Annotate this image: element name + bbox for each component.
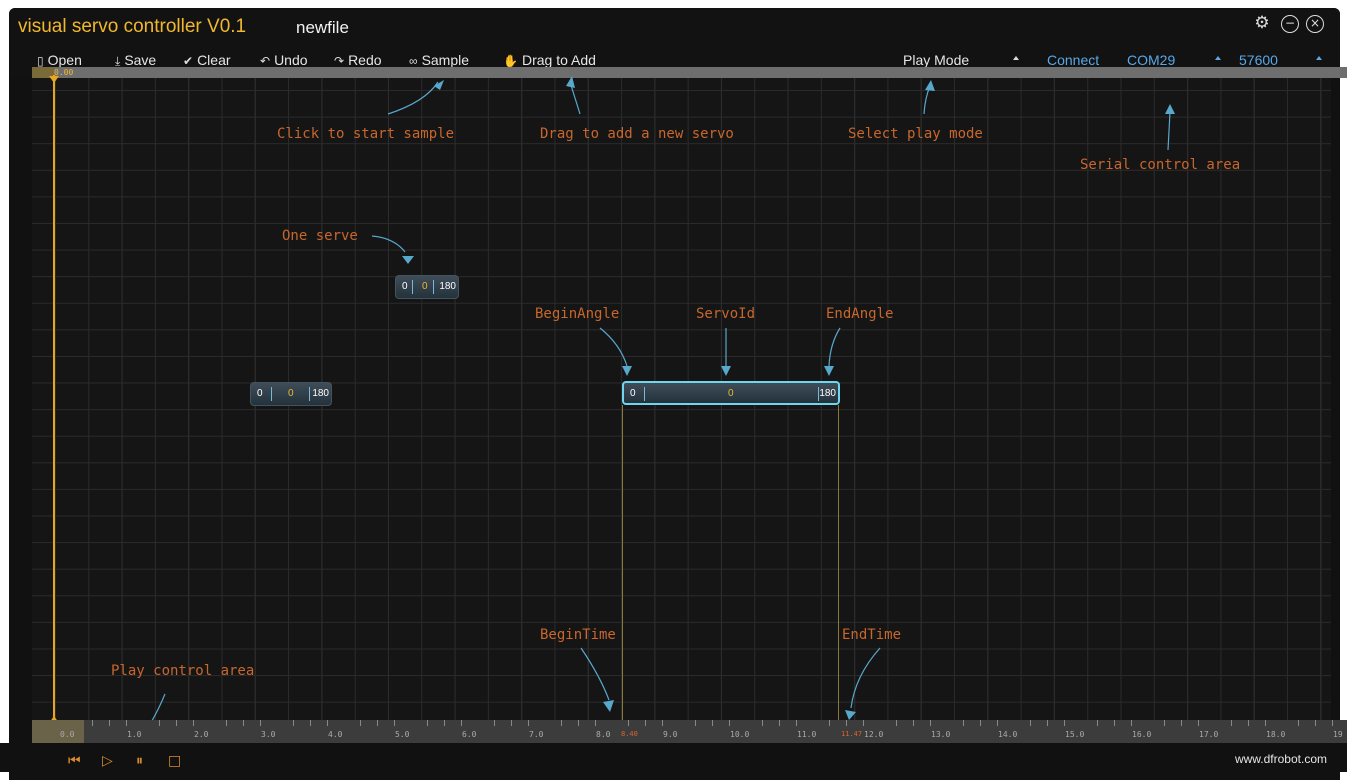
- time-tick-mark: [997, 720, 998, 726]
- time-tick-mark: [595, 720, 596, 726]
- time-tick-mark: [963, 720, 964, 726]
- time-tick-mark: [846, 720, 847, 726]
- time-tick-mark: [193, 720, 194, 726]
- pause-button[interactable]: ⏸: [136, 753, 143, 769]
- time-tick-label: 3.0: [261, 730, 276, 739]
- time-tick-label: 13.0: [931, 730, 951, 739]
- time-tick-label: 9.0: [663, 730, 678, 739]
- time-tick-mark: [394, 720, 395, 726]
- time-tick-mark: [1198, 720, 1199, 726]
- stop-button[interactable]: □: [168, 753, 181, 769]
- time-tick-label: 16.0: [1132, 730, 1152, 739]
- time-tick-label: 4.0: [328, 730, 343, 739]
- time-tick-mark: [796, 720, 797, 726]
- time-tick-mark: [293, 720, 294, 726]
- time-tick-mark: [1131, 720, 1132, 726]
- time-tick-mark: [896, 720, 897, 726]
- time-tick-mark: [1231, 720, 1232, 726]
- time-tick-mark: [628, 720, 629, 726]
- time-tick-mark: [762, 720, 763, 726]
- annotation-arrows: [138, 76, 1175, 745]
- time-tick-mark: [1164, 720, 1165, 726]
- time-tick-mark: [327, 720, 328, 726]
- time-tick-label: 14.0: [998, 730, 1018, 739]
- time-tick-label: 10.0: [730, 730, 750, 739]
- time-tick-mark: [109, 720, 110, 726]
- time-tick-mark: [1064, 720, 1065, 726]
- time-tick-mark: [176, 720, 177, 726]
- time-tick-mark: [645, 720, 646, 726]
- time-tick-label: 0.0: [60, 730, 75, 739]
- time-tick-label: 1.0: [127, 730, 142, 739]
- time-tick-mark: [427, 720, 428, 726]
- time-tick-mark: [360, 720, 361, 726]
- time-tick-mark: [1047, 720, 1048, 726]
- footer-url: www.dfrobot.com: [1234, 752, 1327, 766]
- time-tick-label: 12.0: [864, 730, 884, 739]
- time-tick-mark: [243, 720, 244, 726]
- time-tick-label: 7.0: [529, 730, 544, 739]
- time-tick-mark: [310, 720, 311, 726]
- time-tick-mark: [863, 720, 864, 726]
- end-time-marker: 11.47: [841, 730, 863, 738]
- time-tick-mark: [1181, 720, 1182, 726]
- time-tick-mark: [913, 720, 914, 726]
- time-tick-label: 8.0: [596, 730, 611, 739]
- time-tick-mark: [1097, 720, 1098, 726]
- time-tick-mark: [260, 720, 261, 726]
- time-tick-mark: [561, 720, 562, 726]
- bottom-ruler-start: [32, 720, 84, 743]
- time-tick-label: 2.0: [194, 730, 209, 739]
- time-tick-mark: [226, 720, 227, 726]
- time-tick-mark: [444, 720, 445, 726]
- time-tick-mark: [494, 720, 495, 726]
- time-tick-mark: [695, 720, 696, 726]
- time-tick-mark: [980, 720, 981, 726]
- time-tick-label: 19: [1333, 730, 1343, 739]
- time-tick-mark: [511, 720, 512, 726]
- time-tick-mark: [92, 720, 93, 726]
- play-button[interactable]: ▷: [102, 753, 113, 769]
- time-tick-mark: [712, 720, 713, 726]
- time-tick-mark: [1298, 720, 1299, 726]
- time-tick-mark: [729, 720, 730, 726]
- time-tick-mark: [1265, 720, 1266, 726]
- time-tick-mark: [1114, 720, 1115, 726]
- begin-time-marker: 8.40: [621, 730, 638, 738]
- time-tick-mark: [126, 720, 127, 726]
- play-control-bar: [0, 743, 1347, 772]
- time-tick-mark: [930, 720, 931, 726]
- time-tick-mark: [662, 720, 663, 726]
- time-tick-mark: [779, 720, 780, 726]
- time-tick-mark: [461, 720, 462, 726]
- time-tick-mark: [1332, 720, 1333, 726]
- time-tick-label: 5.0: [395, 730, 410, 739]
- skip-back-button[interactable]: ⏮: [68, 753, 81, 769]
- time-tick-mark: [578, 720, 579, 726]
- time-tick-mark: [528, 720, 529, 726]
- time-tick-label: 17.0: [1199, 730, 1219, 739]
- time-tick-mark: [1248, 720, 1249, 726]
- time-tick-mark: [1315, 720, 1316, 726]
- time-tick-label: 6.0: [462, 730, 477, 739]
- time-tick-label: 18.0: [1266, 730, 1286, 739]
- time-tick-mark: [829, 720, 830, 726]
- time-tick-label: 11.0: [797, 730, 817, 739]
- time-tick-label: 15.0: [1065, 730, 1085, 739]
- time-tick-mark: [159, 720, 160, 726]
- time-tick-mark: [1030, 720, 1031, 726]
- time-tick-mark: [377, 720, 378, 726]
